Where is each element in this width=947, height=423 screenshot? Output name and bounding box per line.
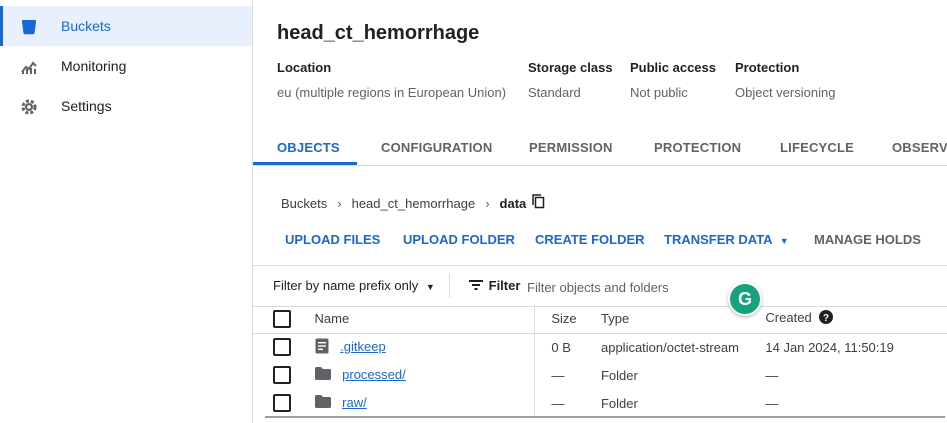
objects-table: Name Size Type Created ? .gitkeep 0 B ap…	[253, 305, 947, 417]
filter-prefix-dropdown[interactable]: Filter by name prefix only ▼	[273, 278, 435, 293]
tab-configuration[interactable]: CONFIGURATION	[381, 140, 492, 155]
caret-down-icon: ▼	[779, 236, 789, 246]
row-checkbox[interactable]	[273, 338, 291, 357]
meta-storage-class: Storage class Standard	[528, 60, 613, 100]
tab-protection[interactable]: PROTECTION	[654, 140, 741, 155]
select-all-cell	[253, 305, 307, 334]
sidebar-item-label: Settings	[61, 98, 112, 114]
gear-icon	[20, 98, 38, 116]
bucket-icon	[20, 18, 38, 36]
manage-holds-button[interactable]: MANAGE HOLDS	[814, 232, 921, 247]
row-name-cell: processed/	[306, 361, 536, 389]
filter-input[interactable]	[525, 276, 909, 298]
filter-bar: Filter by name prefix only ▼ Filter	[253, 265, 947, 307]
filter-icon	[469, 279, 483, 294]
meta-value: Standard	[528, 85, 581, 100]
row-size: —	[551, 395, 565, 411]
row-created: 14 Jan 2024, 11:50:19	[765, 339, 894, 355]
sidebar-item-settings[interactable]: Settings	[0, 86, 252, 126]
help-icon[interactable]: ?	[819, 310, 834, 327]
header-created-label: Created	[765, 310, 812, 326]
chevron-right-icon: ›	[485, 195, 490, 211]
folder-icon	[314, 395, 331, 411]
chevron-right-icon: ›	[337, 195, 342, 211]
filter-button[interactable]: Filter	[469, 278, 520, 294]
row-created: —	[765, 395, 779, 411]
main-content: head_ct_hemorrhage Location eu (multiple…	[253, 0, 947, 423]
chart-icon	[20, 58, 38, 76]
folder-link[interactable]: processed/	[342, 367, 406, 382]
table-row[interactable]: raw/ — Folder —	[253, 389, 947, 417]
create-folder-button[interactable]: CREATE FOLDER	[535, 232, 645, 247]
tab-lifecycle[interactable]: LIFECYCLE	[780, 140, 854, 155]
upload-folder-button[interactable]: UPLOAD FOLDER	[403, 232, 515, 247]
filter-prefix-label: Filter by name prefix only	[273, 278, 419, 293]
meta-location: Location eu (multiple regions in Europea…	[277, 60, 506, 100]
table-row[interactable]: processed/ — Folder —	[253, 361, 947, 389]
header-size[interactable]: Size	[534, 305, 601, 334]
row-type: Folder	[600, 367, 638, 383]
caret-down-icon: ▼	[425, 282, 435, 292]
transfer-data-button[interactable]: TRANSFER DATA ▼	[664, 232, 789, 247]
meta-value: Object versioning	[735, 85, 836, 100]
meta-key: Storage class	[528, 60, 613, 75]
scrollbar[interactable]	[265, 416, 945, 418]
table-row[interactable]: .gitkeep 0 B application/octet-stream 14…	[253, 333, 947, 361]
filter-label: Filter	[488, 278, 521, 293]
tab-bar: OBJECTS CONFIGURATION PERMISSION PROTECT…	[253, 130, 947, 166]
row-size: 0 B	[551, 339, 571, 355]
row-checkbox-cell	[253, 333, 307, 361]
row-checkbox-cell	[253, 361, 307, 389]
header-type[interactable]: Type	[600, 305, 766, 334]
tab-permission[interactable]: PERMISSION	[529, 140, 613, 155]
page-title: head_ct_hemorrhage	[277, 22, 480, 44]
tab-objects[interactable]: OBJECTS	[277, 140, 340, 155]
upload-files-button[interactable]: UPLOAD FILES	[285, 232, 380, 247]
row-name-cell: raw/	[306, 389, 536, 417]
meta-key: Protection	[735, 60, 800, 75]
breadcrumb-current: data	[499, 195, 527, 211]
svg-text:?: ?	[823, 313, 829, 324]
breadcrumb: Buckets › head_ct_hemorrhage › data	[281, 194, 545, 212]
folder-icon	[314, 367, 331, 383]
file-icon	[315, 338, 329, 357]
row-name-cell: .gitkeep	[306, 333, 536, 361]
row-type: application/octet-stream	[600, 339, 739, 355]
meta-key: Public access	[630, 60, 716, 75]
row-created: —	[765, 367, 779, 383]
tab-observability[interactable]: OBSERVABILITY	[892, 140, 947, 155]
header-name[interactable]: Name	[306, 305, 536, 334]
select-all-checkbox[interactable]	[273, 309, 291, 328]
folder-link[interactable]: raw/	[342, 395, 367, 410]
table-header-row: Name Size Type Created ?	[253, 305, 947, 334]
row-type: Folder	[600, 395, 638, 411]
transfer-data-label: TRANSFER DATA	[664, 232, 773, 247]
divider	[449, 274, 450, 298]
row-checkbox[interactable]	[273, 366, 291, 384]
row-checkbox-cell	[253, 389, 307, 417]
active-tab-indicator	[253, 162, 357, 165]
sidebar-item-label: Buckets	[61, 18, 111, 34]
meta-value: Not public	[630, 85, 688, 100]
row-size: —	[551, 367, 565, 383]
meta-key: Location	[277, 60, 332, 75]
object-link[interactable]: .gitkeep	[340, 339, 386, 354]
sidebar-item-monitoring[interactable]: Monitoring	[0, 46, 252, 86]
copy-icon[interactable]	[532, 194, 545, 212]
breadcrumb-bucket[interactable]: head_ct_hemorrhage	[352, 196, 476, 211]
breadcrumb-buckets[interactable]: Buckets	[281, 196, 327, 211]
meta-public-access: Public access Not public	[630, 60, 716, 100]
meta-protection: Protection Object versioning	[735, 60, 835, 100]
meta-value: eu (multiple regions in European Union)	[277, 85, 507, 100]
sidebar-item-label: Monitoring	[61, 58, 127, 74]
sidebar-item-buckets[interactable]: Buckets	[0, 6, 252, 46]
header-created[interactable]: Created ?	[765, 305, 947, 334]
row-checkbox[interactable]	[273, 394, 291, 412]
sidebar: Buckets Monitoring Settings	[0, 0, 253, 423]
